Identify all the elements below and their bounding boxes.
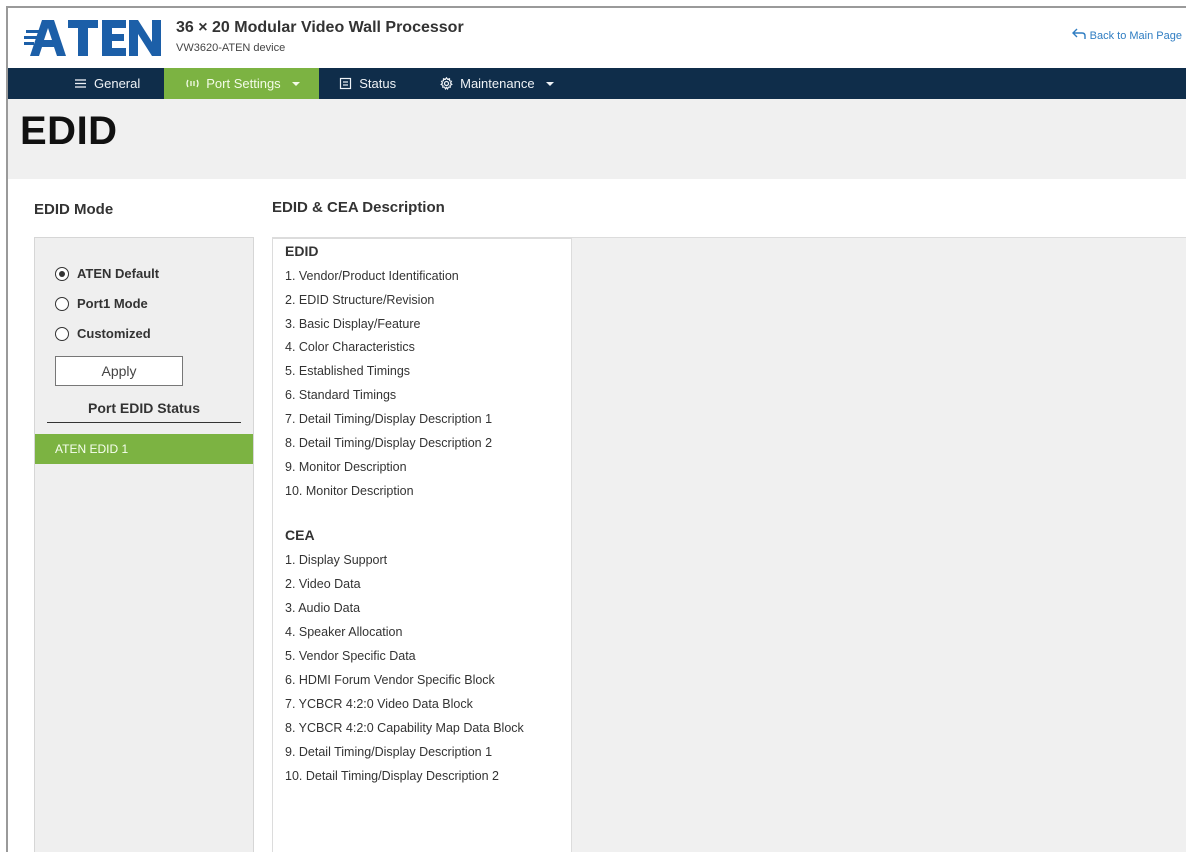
port-icon <box>186 77 199 90</box>
nav-general-label: General <box>94 76 141 91</box>
apply-button[interactable]: Apply <box>55 356 183 386</box>
cea-item[interactable]: 10. Detail Timing/Display Description 2 <box>285 769 499 783</box>
header: 36 × 20 Modular Video Wall Processor VW3… <box>8 8 1186 68</box>
port-edid-status-heading: Port EDID Status <box>47 400 241 423</box>
edid-group-heading: EDID <box>285 243 319 259</box>
status-icon <box>339 77 352 90</box>
radio-port1-mode-label: Port1 Mode <box>77 296 148 311</box>
list-icon <box>74 77 87 90</box>
edid-item[interactable]: 3. Basic Display/Feature <box>285 317 420 331</box>
radio-unselected-icon <box>55 296 69 311</box>
edid-mode-panel: ATEN Default Port1 Mode Customized Apply… <box>34 237 254 852</box>
app-window: 36 × 20 Modular Video Wall Processor VW3… <box>6 6 1186 852</box>
chevron-down-icon <box>291 81 300 86</box>
edid-item[interactable]: 4. Color Characteristics <box>285 340 415 354</box>
edid-item[interactable]: 9. Monitor Description <box>285 460 407 474</box>
radio-aten-default[interactable]: ATEN Default <box>55 266 159 281</box>
description-list: EDID 1. Vendor/Product Identification 2.… <box>272 238 572 852</box>
nav-maintenance[interactable]: Maintenance <box>424 68 569 99</box>
radio-unselected-icon <box>55 326 69 341</box>
page-title-band: EDID <box>8 99 1186 179</box>
edid-item[interactable]: 8. Detail Timing/Display Description 2 <box>285 436 492 450</box>
edid-item[interactable]: 5. Established Timings <box>285 364 410 378</box>
cea-item[interactable]: 7. YCBCR 4:2:0 Video Data Block <box>285 697 473 711</box>
cea-item[interactable]: 5. Vendor Specific Data <box>285 649 416 663</box>
back-arrow-icon <box>1071 28 1086 43</box>
edid-status-item[interactable]: ATEN EDID 1 <box>35 434 253 464</box>
gear-icon <box>440 76 453 91</box>
chevron-down-icon <box>545 81 554 86</box>
back-to-main-link[interactable]: Back to Main Page <box>1071 28 1182 43</box>
cea-item[interactable]: 9. Detail Timing/Display Description 1 <box>285 745 492 759</box>
device-subtitle: VW3620-ATEN device <box>176 42 286 54</box>
nav-status-label: Status <box>359 76 397 91</box>
description-panel: EDID 1. Vendor/Product Identification 2.… <box>272 237 1186 852</box>
nav-general[interactable]: General <box>8 68 164 99</box>
radio-port1-mode[interactable]: Port1 Mode <box>55 296 148 311</box>
radio-customized[interactable]: Customized <box>55 326 151 341</box>
cea-item[interactable]: 6. HDMI Forum Vendor Specific Block <box>285 673 495 687</box>
cea-item[interactable]: 3. Audio Data <box>285 601 360 615</box>
radio-selected-icon <box>55 266 69 281</box>
radio-customized-label: Customized <box>77 326 151 341</box>
cea-item[interactable]: 4. Speaker Allocation <box>285 625 402 639</box>
edid-item[interactable]: 2. EDID Structure/Revision <box>285 293 434 307</box>
cea-item[interactable]: 8. YCBCR 4:2:0 Capability Map Data Block <box>285 721 524 735</box>
edid-item[interactable]: 7. Detail Timing/Display Description 1 <box>285 412 492 426</box>
main-content: EDID Mode EDID & CEA Description ATEN De… <box>8 179 1186 852</box>
aten-logo <box>22 16 164 62</box>
nav-maintenance-label: Maintenance <box>460 76 535 91</box>
main-nav: General Port Settings Status Maintenance <box>8 68 1186 99</box>
device-title: 36 × 20 Modular Video Wall Processor <box>176 19 464 36</box>
description-heading: EDID & CEA Description <box>272 199 445 216</box>
edid-item[interactable]: 1. Vendor/Product Identification <box>285 269 459 283</box>
back-link-label: Back to Main Page <box>1089 29 1182 42</box>
page-title: EDID <box>20 109 118 153</box>
nav-status[interactable]: Status <box>319 68 424 99</box>
edid-item[interactable]: 10. Monitor Description <box>285 484 414 498</box>
cea-item[interactable]: 2. Video Data <box>285 577 361 591</box>
nav-port-settings-label: Port Settings <box>206 76 281 91</box>
edid-item[interactable]: 6. Standard Timings <box>285 388 396 402</box>
radio-aten-default-label: ATEN Default <box>77 266 160 281</box>
nav-port-settings[interactable]: Port Settings <box>164 68 320 99</box>
cea-group-heading: CEA <box>285 527 315 543</box>
edid-mode-heading: EDID Mode <box>34 201 114 218</box>
cea-item[interactable]: 1. Display Support <box>285 553 387 567</box>
